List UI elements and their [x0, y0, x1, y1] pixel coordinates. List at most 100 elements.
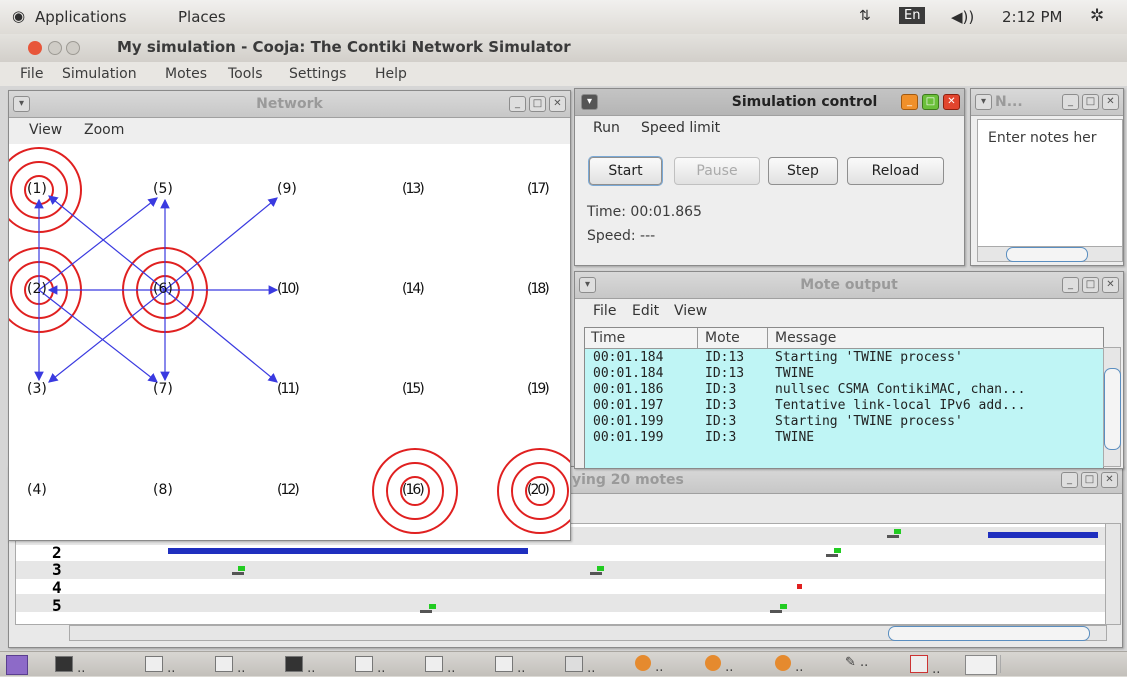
clock[interactable]: 2:12 PM	[1002, 8, 1062, 26]
volume-icon[interactable]: ◀))	[951, 8, 974, 26]
menu-file[interactable]: File	[20, 66, 43, 82]
taskbar-window-icon[interactable]: ..	[565, 655, 601, 676]
start-button[interactable]: Start	[589, 157, 662, 185]
mote-4[interactable]: (4)	[27, 483, 47, 497]
sim-control-titlebar[interactable]: ▾ Simulation control _ □ ✕	[575, 89, 964, 116]
minimize-window-icon[interactable]	[48, 41, 62, 55]
mote-8[interactable]: (8)	[153, 483, 173, 497]
table-row[interactable]: 00:01.199 ID:3 Starting 'TWINE process'	[585, 414, 1103, 430]
settings-gear-icon[interactable]: ✲	[1090, 6, 1104, 26]
network-canvas[interactable]: (1) (2) (3) (4) (5) (6) (7) (8) (9) (10)…	[9, 144, 570, 540]
taskbar-firefox-icon[interactable]: ..	[705, 655, 741, 675]
close-icon[interactable]: ✕	[943, 94, 960, 110]
menu-tools[interactable]: Tools	[228, 66, 263, 82]
mote-15[interactable]: (15)	[402, 382, 425, 396]
minimize-icon[interactable]: _	[509, 96, 526, 112]
taskbar-window-icon[interactable]: ..	[425, 655, 461, 676]
reload-button[interactable]: Reload	[847, 157, 944, 185]
menu-run[interactable]: Run	[593, 120, 620, 136]
menu-view[interactable]: View	[674, 303, 707, 319]
window-menu-icon[interactable]: ▾	[581, 94, 598, 110]
maximize-icon[interactable]: □	[1081, 472, 1098, 488]
table-row[interactable]: 00:01.199 ID:3 TWINE	[585, 430, 1103, 446]
mote-14[interactable]: (14)	[402, 282, 425, 296]
log-scroll-thumb[interactable]	[1104, 368, 1121, 450]
workspace-switcher[interactable]	[1000, 655, 1121, 673]
minimize-icon[interactable]: _	[1062, 277, 1079, 293]
maximize-icon[interactable]: □	[529, 96, 546, 112]
mote-18[interactable]: (18)	[527, 282, 550, 296]
mote-19[interactable]: (19)	[527, 382, 550, 396]
menu-help[interactable]: Help	[375, 66, 407, 82]
taskbar-window-icon[interactable]: ..	[355, 655, 391, 676]
taskbar-firefox-icon[interactable]: ..	[635, 655, 671, 675]
mote-12[interactable]: (12)	[277, 483, 300, 497]
menu-zoom[interactable]: Zoom	[84, 122, 124, 138]
ubuntu-logo-icon[interactable]: ◉	[12, 7, 25, 25]
notes-scroll-thumb[interactable]	[1006, 247, 1088, 262]
log-vertical-scrollbar[interactable]	[1103, 347, 1121, 467]
timeline-scroll-thumb[interactable]	[888, 626, 1090, 641]
pause-button[interactable]: Pause	[674, 157, 760, 185]
minimize-icon[interactable]: _	[1062, 94, 1079, 110]
mote-17[interactable]: (17)	[527, 182, 550, 196]
taskbar-cooja-active-icon[interactable]	[965, 655, 997, 675]
taskbar-editor-icon[interactable]: ✎ ..	[845, 655, 881, 673]
minimize-icon[interactable]: _	[901, 94, 918, 110]
network-arrows-icon[interactable]: ⇅	[859, 8, 871, 24]
taskbar-window-icon[interactable]: ..	[215, 655, 251, 676]
menu-file[interactable]: File	[593, 303, 616, 319]
mote-9[interactable]: (9)	[277, 182, 297, 196]
log-table[interactable]: Time Mote Message ......................…	[584, 327, 1104, 469]
notes-textarea[interactable]: Enter notes her	[977, 119, 1123, 247]
close-icon[interactable]: ✕	[1102, 277, 1119, 293]
taskbar-terminal-icon[interactable]: ..	[285, 655, 321, 676]
menu-motes[interactable]: Motes	[165, 66, 207, 82]
close-window-icon[interactable]	[28, 41, 42, 55]
mote-2[interactable]: (2)	[27, 282, 47, 296]
table-row[interactable]: 00:01.184 ID:13 Starting 'TWINE process'	[585, 350, 1103, 366]
menu-view[interactable]: View	[29, 122, 62, 138]
menu-settings[interactable]: Settings	[289, 66, 346, 82]
timeline-horizontal-scrollbar[interactable]	[69, 625, 1107, 641]
mote-output-titlebar[interactable]: ▾ Mote output _ □ ✕	[575, 272, 1123, 299]
mote-1[interactable]: (1)	[27, 182, 47, 196]
table-row[interactable]: 00:01.184 ID:13 TWINE	[585, 366, 1103, 382]
taskbar-terminal-icon[interactable]: ..	[55, 655, 91, 676]
maximize-icon[interactable]: □	[922, 94, 939, 110]
taskbar-firefox-icon[interactable]: ..	[775, 655, 811, 675]
window-menu-icon[interactable]: ▾	[975, 94, 992, 110]
step-button[interactable]: Step	[768, 157, 838, 185]
taskbar-window-icon[interactable]: ..	[495, 655, 531, 676]
timeline-vertical-scrollbar[interactable]	[1105, 523, 1121, 625]
mote-13[interactable]: (13)	[402, 182, 425, 196]
menu-speed-limit[interactable]: Speed limit	[641, 120, 720, 136]
places-menu[interactable]: Places	[178, 8, 226, 26]
table-row[interactable]: 00:01.186 ID:3 nullsec CSMA ContikiMAC, ch…	[585, 382, 1103, 398]
network-titlebar[interactable]: ▾ Network _ □ ✕	[9, 91, 570, 118]
maximize-icon[interactable]: □	[1082, 277, 1099, 293]
close-icon[interactable]: ✕	[549, 96, 566, 112]
maximize-window-icon[interactable]	[66, 41, 80, 55]
minimize-icon[interactable]: _	[1061, 472, 1078, 488]
show-desktop-icon[interactable]	[6, 655, 28, 675]
menu-simulation[interactable]: Simulation	[62, 66, 137, 82]
mote-11[interactable]: (11)	[277, 382, 300, 396]
mote-3[interactable]: (3)	[27, 382, 47, 396]
mote-16[interactable]: (16)	[402, 483, 425, 497]
mote-7[interactable]: (7)	[153, 382, 173, 396]
mote-5[interactable]: (5)	[153, 182, 173, 196]
table-row[interactable]: 00:01.197 ID:3 Tentative link-local IPv6 a…	[585, 398, 1103, 414]
mote-6[interactable]: (6)	[153, 282, 173, 296]
taskbar-cooja-icon[interactable]: ..	[910, 655, 946, 677]
mote-20[interactable]: (20)	[527, 483, 550, 497]
close-icon[interactable]: ✕	[1102, 94, 1119, 110]
maximize-icon[interactable]: □	[1082, 94, 1099, 110]
menu-edit[interactable]: Edit	[632, 303, 659, 319]
taskbar-window-icon[interactable]: ..	[145, 655, 181, 676]
mote-10[interactable]: (10)	[277, 282, 300, 296]
applications-menu[interactable]: Applications	[35, 8, 127, 26]
close-icon[interactable]: ✕	[1101, 472, 1118, 488]
notes-titlebar[interactable]: ▾ N... _ □ ✕	[971, 89, 1123, 116]
keyboard-layout-indicator[interactable]: En	[899, 7, 926, 24]
